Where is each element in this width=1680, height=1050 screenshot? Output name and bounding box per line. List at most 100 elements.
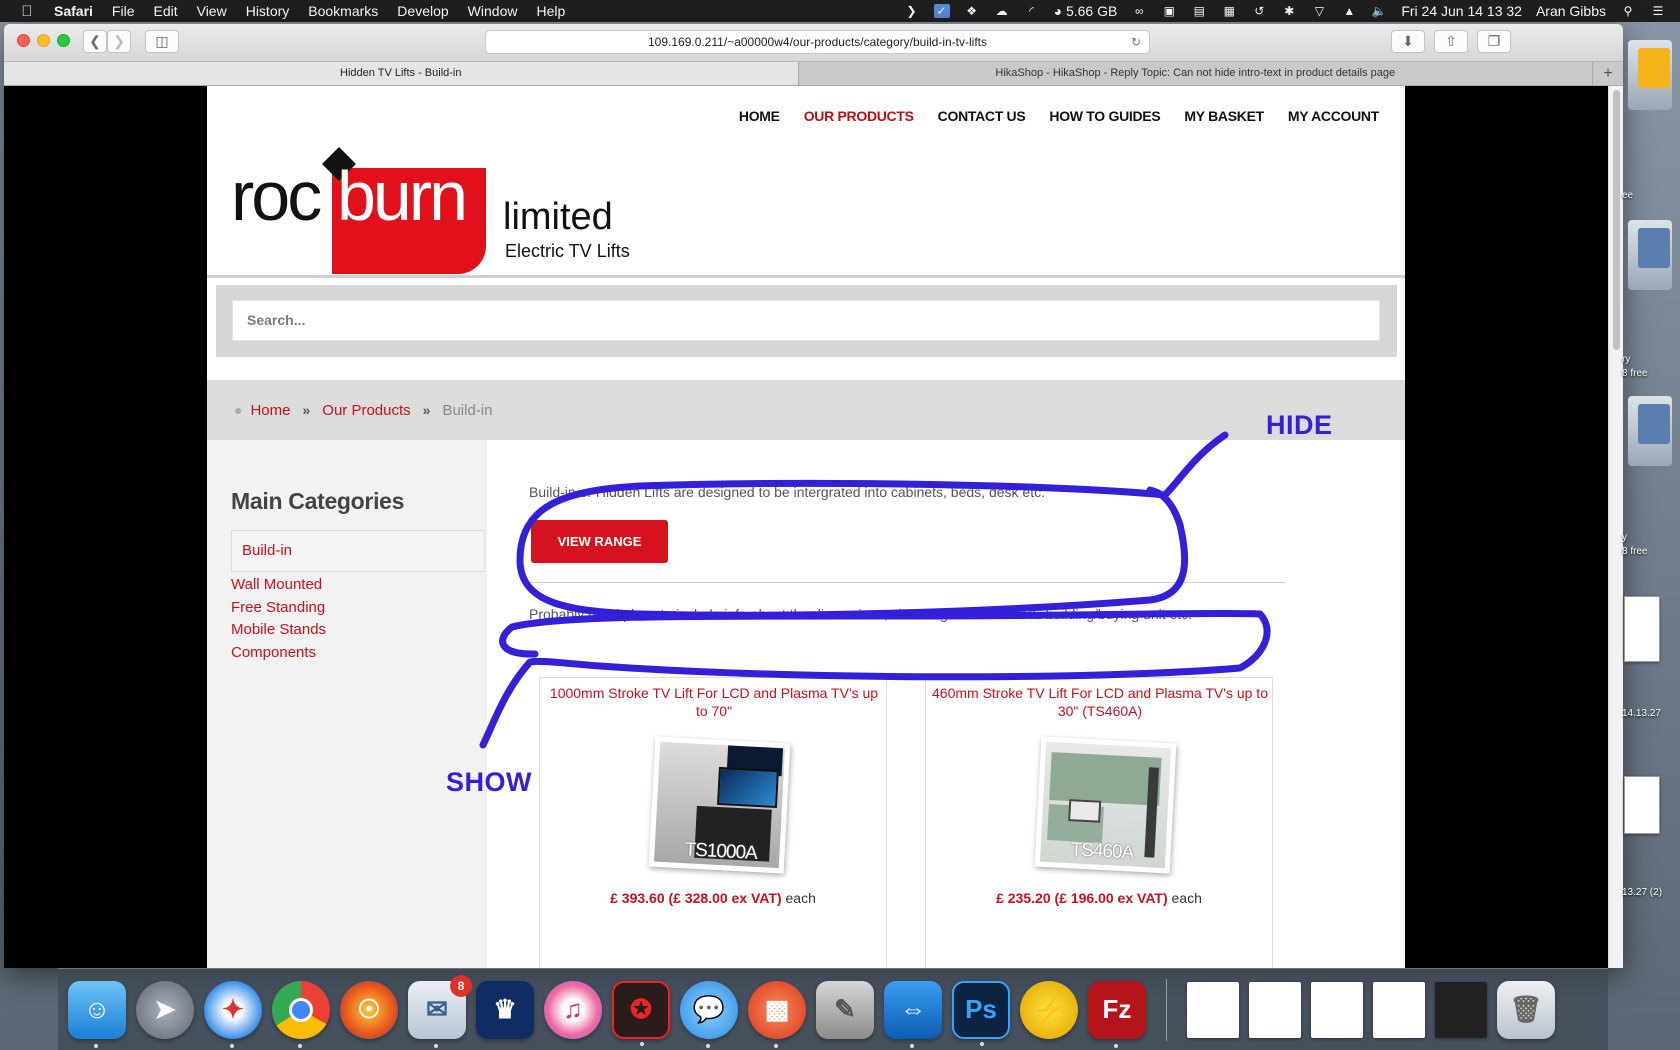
check-box-icon[interactable]: ✓	[933, 4, 950, 18]
messages-icon[interactable]: 💬	[680, 980, 738, 1048]
notification-list-icon[interactable]: ☰	[1650, 4, 1666, 18]
screen-share-icon[interactable]: ▩	[748, 980, 806, 1048]
breadcrumb-our-products[interactable]: Our Products	[322, 402, 410, 419]
product-card[interactable]: 460mm Stroke TV Lift For LCD and Plasma …	[925, 677, 1273, 968]
sidebar-item-mobile-stands[interactable]: Mobile Stands	[231, 619, 326, 642]
tab-overview-button[interactable]: ❐	[1477, 30, 1511, 53]
scrollbar-thumb[interactable]	[1613, 90, 1620, 350]
cloud-icon[interactable]: ☁	[994, 4, 1010, 18]
menu-help[interactable]: Help	[536, 3, 565, 19]
site-logo[interactable]: roc burn limited Electric TV Lifts	[231, 116, 631, 274]
product-card[interactable]: 1000mm Stroke TV Lift For LCD and Plasma…	[539, 677, 887, 968]
double-chevron-icon: »	[422, 402, 431, 418]
dock-document-thumbnail[interactable]	[1311, 981, 1363, 1038]
menu-file[interactable]: File	[112, 3, 135, 19]
product-image[interactable]: TS1000A	[648, 736, 791, 874]
downloads-button[interactable]: ⬇	[1391, 30, 1425, 53]
clock[interactable]: Fri 24 Jun 14 13 32	[1401, 3, 1522, 19]
wifi-icon[interactable]: ▽	[1311, 4, 1327, 18]
dock-document-thumbnail[interactable]	[1187, 981, 1239, 1038]
nav-home[interactable]: HOME	[739, 108, 780, 124]
dropbox-icon[interactable]: ❖	[964, 4, 980, 18]
menu-edit[interactable]: Edit	[153, 3, 177, 19]
dock-document-thumbnail[interactable]	[1373, 981, 1425, 1038]
tab-hidden-tv-lifts[interactable]: Hidden TV Lifts - Build-in	[4, 62, 799, 85]
sidebar-item-wall-mounted[interactable]: Wall Mounted	[231, 574, 326, 597]
category-intro-text: Build-in or Hidden Lifts are designed to…	[529, 484, 1045, 500]
acrobat-icon[interactable]: ✪	[612, 980, 670, 1046]
sidebar-item-components[interactable]: Components	[231, 642, 326, 665]
page-scrollbar[interactable]	[1608, 86, 1623, 968]
dock-document-thumbnail[interactable]	[1249, 981, 1301, 1038]
nav-our-products[interactable]: OUR PRODUCTS	[804, 108, 914, 124]
script-editor-icon[interactable]: ✎	[816, 980, 874, 1039]
search-input[interactable]: Search...	[232, 300, 1380, 341]
keyboard-icon[interactable]: ▦	[1221, 4, 1237, 18]
back-button[interactable]: ❮	[83, 30, 107, 53]
creative-cloud-icon[interactable]: ∞	[1131, 4, 1147, 18]
product-image[interactable]: TS460A	[1034, 736, 1177, 874]
desktop-drive-icon[interactable]	[1624, 40, 1676, 120]
crown-app-icon[interactable]: ♛	[476, 980, 534, 1039]
close-window-button[interactable]	[17, 34, 30, 47]
dock-document-thumbnail[interactable]	[1435, 981, 1487, 1038]
mail-icon[interactable]: ✉ 8	[408, 974, 472, 1048]
desktop-screenshot-file[interactable]	[1624, 596, 1660, 662]
finder-icon[interactable]: ☺	[68, 980, 126, 1048]
minimize-window-button[interactable]	[37, 34, 50, 47]
eject-icon[interactable]: ▲	[1341, 4, 1357, 18]
sidebar-toggle-button[interactable]: ◫	[145, 30, 179, 53]
menu-app-name[interactable]: Safari	[54, 3, 93, 19]
safari-icon[interactable]: ✦	[204, 980, 262, 1048]
nav-contact-us[interactable]: CONTACT US	[938, 108, 1026, 124]
menu-develop[interactable]: Develop	[397, 3, 448, 19]
shield-icon[interactable]: ▤	[1191, 4, 1207, 18]
apple-icon[interactable]: 	[18, 3, 36, 20]
tab-hikashop[interactable]: HikaShop - HikaShop - Reply Topic: Can n…	[799, 62, 1593, 85]
volume-icon[interactable]: 🔈	[1371, 4, 1387, 18]
chevron-right-icon[interactable]: ❯	[904, 4, 920, 18]
nav-my-basket[interactable]: MY BASKET	[1184, 108, 1264, 124]
teamviewer-icon[interactable]: ⇔	[884, 980, 942, 1048]
memory-status[interactable]: ◕ 5.66 GB	[1054, 3, 1118, 19]
menu-window[interactable]: Window	[468, 3, 518, 19]
menu-bookmarks[interactable]: Bookmarks	[308, 3, 378, 19]
trash-icon[interactable]: 🗑	[1497, 980, 1555, 1039]
photoshop-icon[interactable]: Ps	[952, 980, 1010, 1046]
sync-icon[interactable]: ◜	[1024, 4, 1040, 18]
time-machine-icon[interactable]: ↺	[1251, 4, 1267, 18]
share-button[interactable]: ⇧	[1434, 30, 1468, 53]
launchpad-icon[interactable]: ➤	[136, 980, 194, 1039]
address-bar[interactable]: 109.169.0.211/~a00000w4/our-products/cat…	[485, 30, 1150, 54]
forward-button[interactable]: ❯	[107, 30, 131, 53]
view-range-button[interactable]: VIEW RANGE	[531, 520, 668, 563]
display-icon[interactable]: ▣	[1161, 4, 1177, 18]
product-title[interactable]: 460mm Stroke TV Lift For LCD and Plasma …	[932, 684, 1268, 720]
itunes-icon[interactable]: ♫	[544, 980, 602, 1039]
nav-my-account[interactable]: MY ACCOUNT	[1288, 108, 1379, 124]
desktop-drive-icon[interactable]	[1624, 396, 1676, 476]
product-title[interactable]: 1000mm Stroke TV Lift For LCD and Plasma…	[546, 684, 882, 720]
running-indicator	[434, 1043, 438, 1048]
breadcrumb-home[interactable]: Home	[250, 402, 290, 419]
running-indicator	[706, 1043, 710, 1048]
sidebar-item-build-in[interactable]: Build-in	[231, 530, 485, 572]
spotlight-search-icon[interactable]: ⚲	[1620, 4, 1636, 18]
firefox-icon[interactable]: ☉	[340, 980, 398, 1039]
sidebar-item-free-standing[interactable]: Free Standing	[231, 597, 326, 620]
winamp-icon[interactable]: ⚡	[1020, 980, 1078, 1039]
filezilla-icon[interactable]: Fz	[1088, 980, 1146, 1048]
user-name[interactable]: Aran Gibbs	[1536, 3, 1606, 19]
nav-how-to-guides[interactable]: HOW TO GUIDES	[1049, 108, 1160, 124]
chrome-icon[interactable]	[272, 980, 330, 1048]
running-indicator	[774, 1043, 778, 1048]
desktop-drive-icon[interactable]	[1624, 220, 1676, 300]
maximize-window-button[interactable]	[57, 34, 70, 47]
running-indicator	[980, 1041, 984, 1046]
reload-icon[interactable]: ↻	[1131, 31, 1141, 53]
bluetooth-icon[interactable]: ✱	[1281, 4, 1297, 18]
desktop-screenshot-file[interactable]	[1624, 776, 1660, 834]
menu-view[interactable]: View	[197, 3, 227, 19]
menu-history[interactable]: History	[246, 3, 290, 19]
new-tab-button[interactable]: +	[1593, 62, 1623, 85]
